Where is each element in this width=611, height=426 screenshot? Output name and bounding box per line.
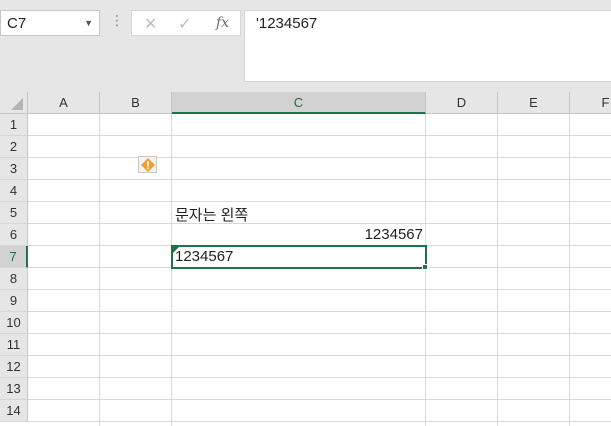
column-header-e[interactable]: E bbox=[498, 92, 570, 114]
grid-line-horizontal bbox=[28, 135, 611, 136]
row-header-9[interactable]: 9 bbox=[0, 290, 28, 312]
formula-content: '1234567 bbox=[256, 15, 318, 32]
grid-line-horizontal bbox=[28, 355, 611, 356]
row-header-10[interactable]: 10 bbox=[0, 312, 28, 334]
column-header-d[interactable]: D bbox=[426, 92, 498, 114]
grid-line-horizontal bbox=[28, 157, 611, 158]
cell-c5[interactable]: 문자는 왼쪽 bbox=[175, 204, 248, 225]
warning-diamond-icon bbox=[141, 158, 155, 172]
name-box[interactable]: C7 ▼ bbox=[0, 10, 100, 36]
row-header-3[interactable]: 3 bbox=[0, 158, 28, 180]
row-header-5[interactable]: 5 bbox=[0, 202, 28, 224]
column-header-c[interactable]: C bbox=[172, 92, 426, 114]
column-header-f[interactable]: F bbox=[570, 92, 611, 114]
row-header-8[interactable]: 8 bbox=[0, 268, 28, 290]
formula-input[interactable]: '1234567 bbox=[244, 10, 611, 82]
column-header-a[interactable]: A bbox=[28, 92, 100, 114]
grid-line-vertical bbox=[171, 114, 172, 426]
fill-handle[interactable] bbox=[422, 264, 428, 270]
cell-c6[interactable]: 1234567 bbox=[365, 226, 423, 243]
row-header-12[interactable]: 12 bbox=[0, 356, 28, 378]
row-header-6[interactable]: 6 bbox=[0, 224, 28, 246]
insert-function-button[interactable]: fx bbox=[216, 15, 229, 31]
row-header-7[interactable]: 7 bbox=[0, 246, 28, 268]
name-box-value: C7 bbox=[7, 15, 27, 32]
grid-line-vertical bbox=[569, 114, 570, 426]
row-header-2[interactable]: 2 bbox=[0, 136, 28, 158]
enter-check-icon[interactable]: ✓ bbox=[178, 14, 191, 34]
select-all-icon bbox=[11, 98, 23, 110]
cell-area[interactable] bbox=[28, 114, 611, 426]
formula-buttons: ✕ ✓ fx bbox=[131, 10, 241, 36]
grid-line-horizontal bbox=[28, 333, 611, 334]
grid-line-horizontal bbox=[28, 421, 611, 422]
row-header-1[interactable]: 1 bbox=[0, 114, 28, 136]
formula-toolbar: C7 ▼ ⋮ ✕ ✓ fx '1234567 bbox=[0, 0, 611, 92]
grid-line-horizontal bbox=[28, 311, 611, 312]
spreadsheet-grid: A B C D E F 1 2 3 4 5 6 7 8 9 10 11 12 1… bbox=[0, 92, 611, 426]
error-check-button[interactable] bbox=[138, 156, 157, 173]
grid-line-horizontal bbox=[28, 289, 611, 290]
active-cell-border bbox=[171, 245, 427, 269]
row-header-11[interactable]: 11 bbox=[0, 334, 28, 356]
more-options-icon[interactable]: ⋮ bbox=[110, 12, 124, 29]
cancel-x-icon[interactable]: ✕ bbox=[144, 14, 157, 34]
select-all-button[interactable] bbox=[0, 92, 28, 114]
grid-line-vertical bbox=[425, 114, 426, 426]
row-header-4[interactable]: 4 bbox=[0, 180, 28, 202]
grid-line-vertical bbox=[99, 114, 100, 426]
grid-line-horizontal bbox=[28, 201, 611, 202]
grid-line-horizontal bbox=[28, 179, 611, 180]
grid-line-horizontal bbox=[28, 377, 611, 378]
row-header-14[interactable]: 14 bbox=[0, 400, 28, 422]
row-header-13[interactable]: 13 bbox=[0, 378, 28, 400]
grid-line-vertical bbox=[497, 114, 498, 426]
grid-line-horizontal bbox=[28, 223, 611, 224]
grid-line-horizontal bbox=[28, 399, 611, 400]
chevron-down-icon[interactable]: ▼ bbox=[84, 18, 93, 28]
column-header-b[interactable]: B bbox=[100, 92, 172, 114]
